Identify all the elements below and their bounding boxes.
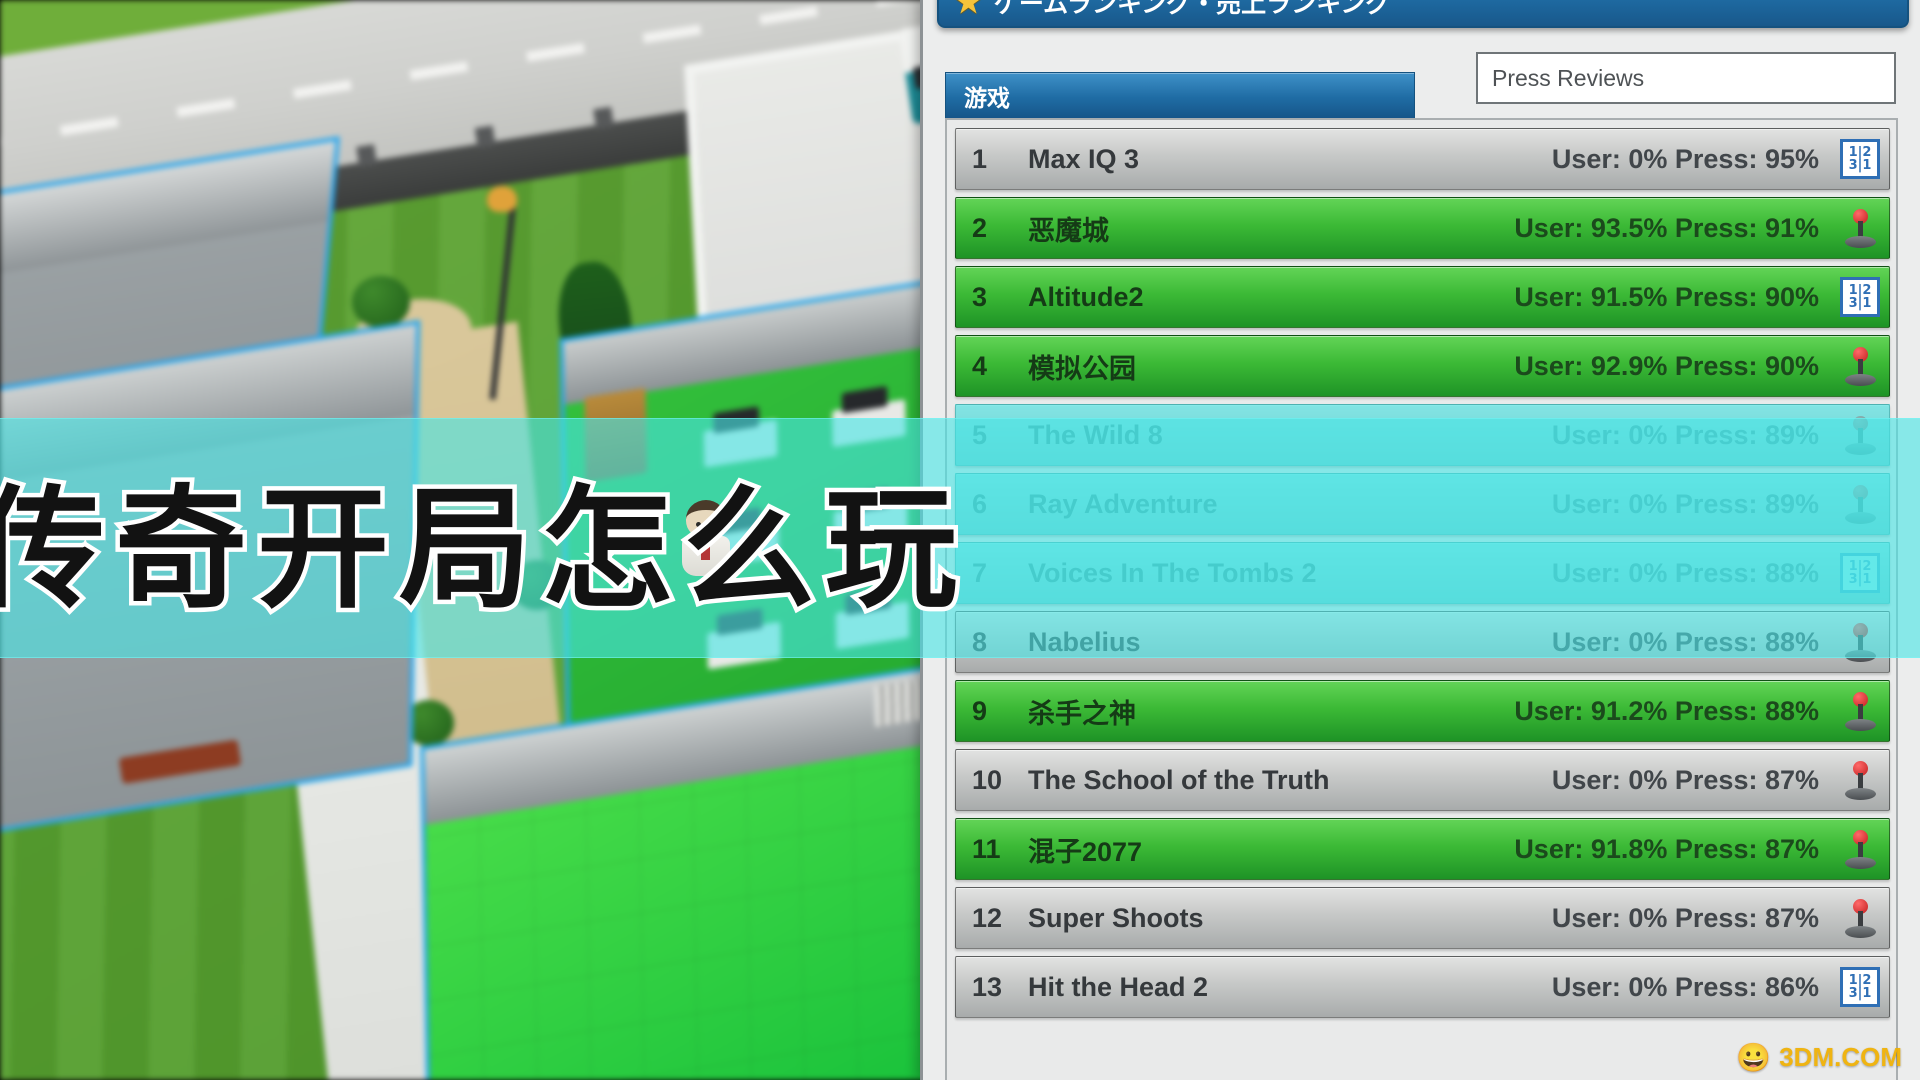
row-title: Max IQ 3 <box>1028 143 1140 174</box>
row-title: Altitude2 <box>1028 281 1144 312</box>
joystick-icon <box>1831 829 1889 869</box>
table-row[interactable]: 3 Altitude2 User: 91.5% Press: 90% 1|2 3|1 <box>955 266 1890 328</box>
row-scores: User: 0% Press: 86% <box>1551 971 1819 1002</box>
street-lamp-head <box>487 186 517 212</box>
row-scores: User: 0% Press: 89% <box>1551 419 1819 450</box>
row-scores: User: 92.9% Press: 90% <box>1514 350 1819 381</box>
row-title: The School of the Truth <box>1028 764 1330 795</box>
row-rank: 9 <box>972 695 988 726</box>
joystick-icon <box>1831 484 1889 524</box>
row-rank: 7 <box>972 557 988 588</box>
row-rank: 4 <box>972 350 988 381</box>
row-rank: 2 <box>972 212 988 243</box>
row-title: 杀手之神 <box>1028 698 1136 729</box>
table-row[interactable]: 11 混子2077 User: 91.8% Press: 87% <box>955 818 1890 880</box>
overlay-headline: 传奇开局怎么玩 <box>0 468 967 631</box>
bush <box>352 276 410 328</box>
face-icon: 😀 <box>1736 1042 1772 1073</box>
row-rank: 6 <box>972 488 988 519</box>
dice-icon: 1|2 3|1 <box>1831 967 1889 1007</box>
table-row[interactable]: 5 The Wild 8 User: 0% Press: 89% <box>955 404 1890 466</box>
table-row[interactable]: 1 Max IQ 3 User: 0% Press: 95% 1|2 3|1 <box>955 128 1890 190</box>
row-scores: User: 0% Press: 89% <box>1551 488 1819 519</box>
watermark-text: 3DM.COM <box>1779 1042 1902 1072</box>
joystick-icon <box>1831 760 1889 800</box>
watermark: 😀 3DM.COM <box>1736 1041 1902 1074</box>
joystick-icon <box>1831 898 1889 938</box>
table-row[interactable]: 4 模拟公园 User: 92.9% Press: 90% <box>955 335 1890 397</box>
row-rank: 13 <box>972 971 1003 1002</box>
table-row[interactable]: 10 The School of the Truth User: 0% Press:… <box>955 749 1890 811</box>
joystick-icon <box>1831 415 1889 455</box>
row-scores: User: 91.8% Press: 87% <box>1514 833 1819 864</box>
row-scores: User: 91.5% Press: 90% <box>1514 281 1819 312</box>
row-title: Ray Adventure <box>1028 488 1218 519</box>
joystick-icon <box>1831 346 1889 386</box>
row-rank: 11 <box>972 833 1001 864</box>
row-scores: User: 91.2% Press: 88% <box>1514 695 1819 726</box>
ranking-panel: ★ ゲームランキング・売上ランキング Press Reviews 游戏 1 Max… <box>920 0 1920 1080</box>
panel-titlebar: ★ ゲームランキング・売上ランキング <box>937 0 1909 28</box>
joystick-icon <box>1831 622 1889 662</box>
star-icon: ★ <box>955 0 982 19</box>
row-scores: User: 0% Press: 95% <box>1551 143 1819 174</box>
row-title: Nabelius <box>1028 626 1141 657</box>
row-title: Super Shoots <box>1028 902 1204 933</box>
row-title: Hit the Head 2 <box>1028 971 1209 1002</box>
row-scores: User: 0% Press: 88% <box>1551 626 1819 657</box>
row-title: 模拟公园 <box>1028 353 1136 384</box>
dice-icon: 1|2 3|1 <box>1831 277 1889 317</box>
tab-games[interactable]: 游戏 <box>945 72 1415 118</box>
joystick-icon <box>1831 691 1889 731</box>
table-row[interactable]: 9 杀手之神 User: 91.2% Press: 88% <box>955 680 1890 742</box>
tab-bar: 游戏 <box>945 72 1425 118</box>
table-row[interactable]: 13 Hit the Head 2 User: 0% Press: 86% 1|2 3|… <box>955 956 1890 1018</box>
row-title: 恶魔城 <box>1028 215 1109 246</box>
row-title: 混子2077 <box>1028 836 1143 867</box>
ranking-list[interactable]: 1 Max IQ 3 User: 0% Press: 95% 1|2 3|1 2 恶魔城 Us… <box>945 118 1898 1080</box>
dice-icon: 1|2 3|1 <box>1831 553 1889 593</box>
table-row[interactable]: 12 Super Shoots User: 0% Press: 87% <box>955 887 1890 949</box>
row-scores: User: 93.5% Press: 91% <box>1514 212 1819 243</box>
screenshot-root: ★ ゲームランキング・売上ランキング Press Reviews 游戏 1 Max… <box>0 0 1920 1080</box>
review-filter-value: Press Reviews <box>1492 64 1645 91</box>
row-title: The Wild 8 <box>1028 419 1163 450</box>
row-rank: 5 <box>972 419 988 450</box>
table-row[interactable]: 7 Voices In The Tombs 2 User: 0% Press: 88… <box>955 542 1890 604</box>
row-rank: 8 <box>972 626 988 657</box>
row-scores: User: 0% Press: 87% <box>1551 764 1819 795</box>
table-row[interactable]: 6 Ray Adventure User: 0% Press: 89% <box>955 473 1890 535</box>
row-scores: User: 0% Press: 88% <box>1551 557 1819 588</box>
dice-icon: 1|2 3|1 <box>1831 139 1889 179</box>
table-row[interactable]: 8 Nabelius User: 0% Press: 88% <box>955 611 1890 673</box>
row-rank: 10 <box>972 764 1003 795</box>
panel-title: ゲームランキング・売上ランキング <box>993 0 1391 18</box>
joystick-icon <box>1831 208 1889 248</box>
row-title: Voices In The Tombs 2 <box>1028 557 1317 588</box>
tab-games-label: 游戏 <box>964 84 1010 111</box>
row-rank: 12 <box>972 902 1003 933</box>
row-scores: User: 0% Press: 87% <box>1551 902 1819 933</box>
row-rank: 3 <box>972 281 988 312</box>
review-filter-select[interactable]: Press Reviews <box>1476 52 1896 104</box>
row-rank: 1 <box>972 143 988 174</box>
table-row[interactable]: 2 恶魔城 User: 93.5% Press: 91% <box>955 197 1890 259</box>
